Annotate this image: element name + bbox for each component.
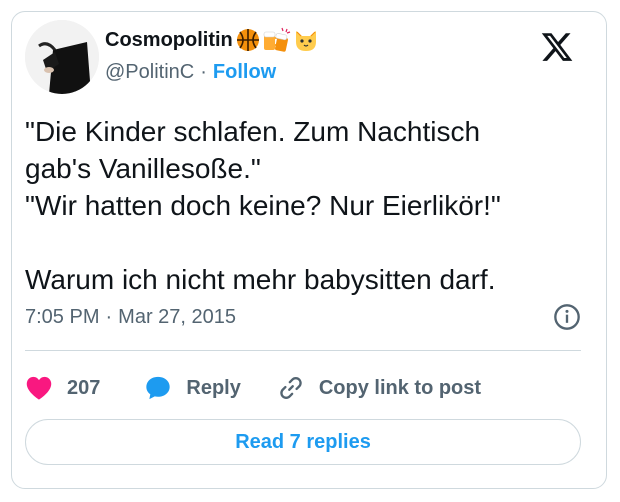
author-handle[interactable]: @PolitinC: [105, 61, 194, 84]
tweet-time[interactable]: 7:05 PM: [25, 306, 99, 329]
copy-link-label: Copy link to post: [318, 376, 482, 399]
handle-separator: ·: [200, 60, 207, 83]
name-emojis: [235, 27, 320, 53]
tweet-date[interactable]: Mar 27, 2015: [118, 306, 236, 329]
author-display-name[interactable]: Cosmopolitin: [105, 29, 233, 52]
tweet-text: "Die Kinder schlafen. Zum Nachtisch gab'…: [25, 113, 585, 298]
cat-face-emoji-icon: [295, 31, 316, 51]
tweet-actions: 207 Reply Copy link to post: [25, 372, 481, 404]
x-logo-icon[interactable]: [540, 30, 574, 64]
avatar[interactable]: [25, 20, 99, 94]
reply-button[interactable]: Reply: [144, 374, 241, 402]
divider: [25, 350, 581, 351]
basketball-emoji-icon: [236, 29, 259, 51]
copy-link-button[interactable]: Copy link to post: [277, 374, 481, 402]
speech-bubble-icon: [146, 376, 171, 400]
like-count: 207: [67, 376, 101, 399]
tweet-text-line: [25, 224, 585, 261]
like-button[interactable]: 207: [25, 375, 100, 401]
avatar-photo: [25, 20, 99, 94]
reply-label: Reply: [186, 376, 241, 399]
info-icon[interactable]: [553, 303, 581, 331]
read-replies-button[interactable]: Read 7 replies: [25, 419, 581, 465]
tweet-text-line: "Wir hatten doch keine? Nur Eierlikör!": [25, 190, 501, 221]
tweet-text-line: Warum ich nicht mehr babysitten darf.: [25, 264, 496, 295]
tweet-text-line: "Die Kinder schlafen. Zum Nachtisch: [25, 116, 481, 147]
author-name-row: Cosmopolitin: [105, 25, 320, 55]
timestamp-separator: ·: [105, 305, 113, 328]
heart-icon: [26, 376, 52, 400]
tweet-timestamp: 7:05 PM · Mar 27, 2015: [25, 302, 236, 332]
tweet-text-line: gab's Vanillesoße.": [25, 153, 261, 184]
author-handle-row: @PolitinC · Follow: [105, 58, 276, 86]
link-icon: [280, 377, 302, 399]
follow-button[interactable]: Follow: [213, 61, 276, 84]
beer-mugs-emoji-icon: [263, 27, 290, 52]
